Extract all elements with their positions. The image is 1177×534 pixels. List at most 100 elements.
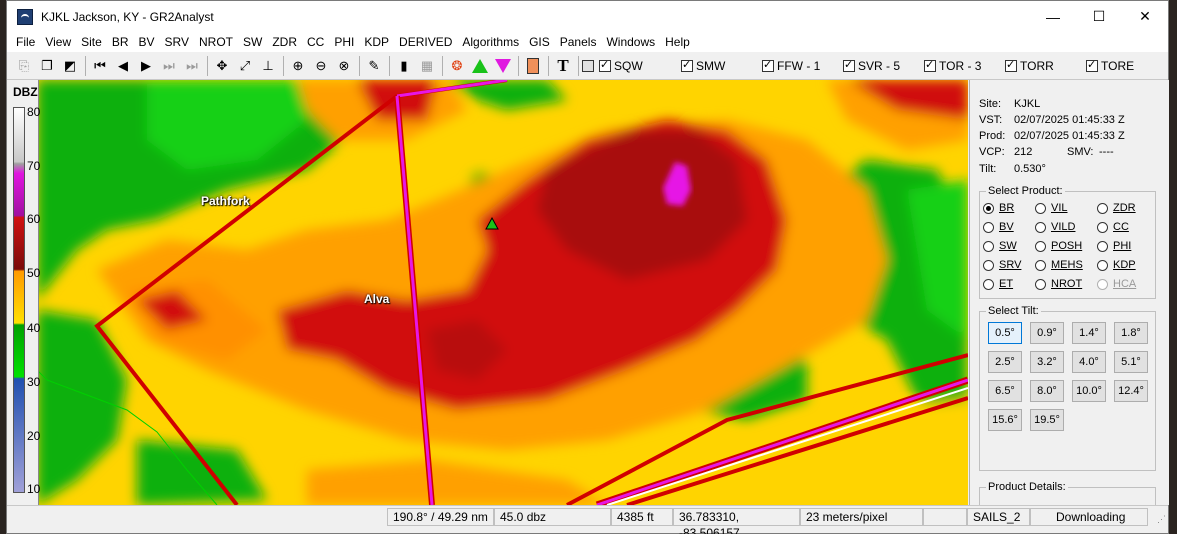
svr-checkbox[interactable] (843, 58, 855, 72)
tore-checkbox[interactable] (1086, 58, 1098, 72)
triangle-up-icon[interactable] (469, 55, 491, 77)
ffw-checkbox[interactable] (762, 58, 774, 72)
warnings-toggle[interactable] (582, 55, 597, 77)
tilt-button[interactable]: 10.0° (1072, 380, 1106, 402)
copy-multi-icon[interactable]: ❐ (36, 55, 58, 77)
torr-checkbox[interactable] (1005, 58, 1017, 72)
split-view-icon[interactable]: ▦ (416, 55, 438, 77)
toggle-tore[interactable]: TORE (1086, 55, 1134, 77)
product-radio-cc[interactable]: CC (1097, 221, 1129, 233)
product-radio-phi[interactable]: PHI (1097, 240, 1131, 252)
color-legend: DBZ 80 70 60 50 40 30 20 10 (7, 80, 41, 505)
cross-section-icon[interactable]: ⊥ (257, 55, 279, 77)
torr-label: TORR (1020, 58, 1054, 73)
product-radio-zdr[interactable]: ZDR (1097, 202, 1136, 214)
menu-site[interactable]: Site (76, 32, 107, 52)
close-button[interactable]: ✕ (1122, 1, 1168, 32)
volume-icon[interactable]: ▮ (393, 55, 415, 77)
menu-algorithms[interactable]: Algorithms (457, 32, 524, 52)
menu-panels[interactable]: Panels (555, 32, 602, 52)
legend-tick: 30 (27, 375, 41, 389)
warnings-toggle-checkbox[interactable] (582, 59, 594, 72)
first-frame-icon[interactable]: ⏮ (89, 55, 111, 77)
toggle-torr[interactable]: TORR (1005, 55, 1086, 77)
zoom-out-icon[interactable]: ⊖ (310, 55, 332, 77)
menu-view[interactable]: View (40, 32, 76, 52)
zoom-reset-icon[interactable]: ⊗ (333, 55, 355, 77)
tilt-button[interactable]: 19.5° (1030, 409, 1064, 431)
status-value: 45.0 dbz (494, 508, 611, 526)
next-frame-icon[interactable]: ⏭ (158, 55, 180, 77)
sqw-checkbox[interactable] (599, 58, 611, 72)
toggle-smw[interactable]: SMW (681, 55, 762, 77)
zoom-in-icon[interactable]: ⊕ (287, 55, 309, 77)
info-site: Site: KJKL (979, 98, 1041, 110)
menu-cc[interactable]: CC (302, 32, 329, 52)
smw-checkbox[interactable] (681, 58, 693, 72)
menu-srv[interactable]: SRV (160, 32, 194, 52)
toggle-ffw[interactable]: FFW - 1 (762, 55, 843, 77)
probe-icon[interactable]: ✎ (363, 55, 385, 77)
toggle-sqw[interactable]: SQW (599, 55, 681, 77)
status-resolution: 23 meters/pixel (800, 508, 923, 526)
menu-sw[interactable]: SW (238, 32, 267, 52)
menu-br[interactable]: BR (107, 32, 134, 52)
tor-checkbox[interactable] (924, 58, 936, 72)
tilt-button[interactable]: 6.5° (988, 380, 1022, 402)
menu-help[interactable]: Help (660, 32, 695, 52)
legend-tick: 60 (27, 212, 41, 226)
toggle-tor[interactable]: TOR - 3 (924, 55, 1005, 77)
product-radio-et[interactable]: ET (983, 278, 1013, 290)
menu-bv[interactable]: BV (134, 32, 160, 52)
resize-grip-icon[interactable]: ⋰ (1157, 514, 1166, 525)
minimize-button[interactable]: — (1030, 1, 1076, 32)
product-radio-mehs[interactable]: MEHS (1035, 259, 1083, 271)
tilt-button[interactable]: 12.4° (1114, 380, 1148, 402)
pan-icon[interactable]: ✥ (211, 55, 233, 77)
text-tool-icon[interactable]: T (552, 55, 574, 77)
prev-frame-icon[interactable]: ◀ (112, 55, 134, 77)
app-window: KJKL Jackson, KY - GR2Analyst — ☐ ✕ File… (6, 0, 1169, 534)
maximize-button[interactable]: ☐ (1076, 1, 1122, 32)
tilt-button[interactable]: 1.4° (1072, 322, 1106, 344)
triangle-down-icon[interactable] (492, 55, 514, 77)
tilt-button[interactable]: 3.2° (1030, 351, 1064, 373)
product-radio-kdp[interactable]: KDP (1097, 259, 1136, 271)
menu-derived[interactable]: DERIVED (394, 32, 457, 52)
color-swatch-icon[interactable] (522, 55, 544, 77)
menu-zdr[interactable]: ZDR (267, 32, 302, 52)
tilt-button[interactable]: 1.8° (1114, 322, 1148, 344)
product-radio-br[interactable]: BR (983, 202, 1014, 214)
tilt-button[interactable]: 2.5° (988, 351, 1022, 373)
product-radio-vild[interactable]: VILD (1035, 221, 1075, 233)
play-icon[interactable]: ▶ (135, 55, 157, 77)
product-radio-nrot[interactable]: NROT (1035, 278, 1082, 290)
menu-nrot[interactable]: NROT (194, 32, 238, 52)
product-radio-vil[interactable]: VIL (1035, 202, 1068, 214)
menu-file[interactable]: File (11, 32, 40, 52)
copy-icon[interactable]: ⎘ (13, 55, 35, 77)
status-azimuth: 190.8° / 49.29 nm (387, 508, 494, 526)
product-radio-srv[interactable]: SRV (983, 259, 1021, 271)
hurricane-icon[interactable]: ❂ (446, 55, 468, 77)
product-radio-bv[interactable]: BV (983, 221, 1014, 233)
tilt-button[interactable]: 4.0° (1072, 351, 1106, 373)
menu-phi[interactable]: PHI (329, 32, 359, 52)
tilt-button[interactable]: 5.1° (1114, 351, 1148, 373)
radar-map[interactable]: Pathfork Alva (7, 80, 968, 505)
last-frame-icon[interactable]: ⏭ (181, 55, 203, 77)
tilt-button[interactable]: 8.0° (1030, 380, 1064, 402)
product-radio-posh[interactable]: POSH (1035, 240, 1082, 252)
measure-icon[interactable]: ⤢ (234, 55, 256, 77)
menu-kdp[interactable]: KDP (359, 32, 394, 52)
menu-windows[interactable]: Windows (601, 32, 660, 52)
toggle-svr[interactable]: SVR - 5 (843, 55, 924, 77)
menu-gis[interactable]: GIS (524, 32, 555, 52)
title-bar[interactable]: KJKL Jackson, KY - GR2Analyst — ☐ ✕ (7, 1, 1168, 32)
save-icon[interactable]: ◩ (59, 55, 81, 77)
tilt-button[interactable]: 0.5° (988, 322, 1022, 344)
tilt-button[interactable]: 0.9° (1030, 322, 1064, 344)
product-radio-sw[interactable]: SW (983, 240, 1017, 252)
tilt-button[interactable]: 15.6° (988, 409, 1022, 431)
radar-reflectivity-image[interactable] (7, 80, 968, 505)
